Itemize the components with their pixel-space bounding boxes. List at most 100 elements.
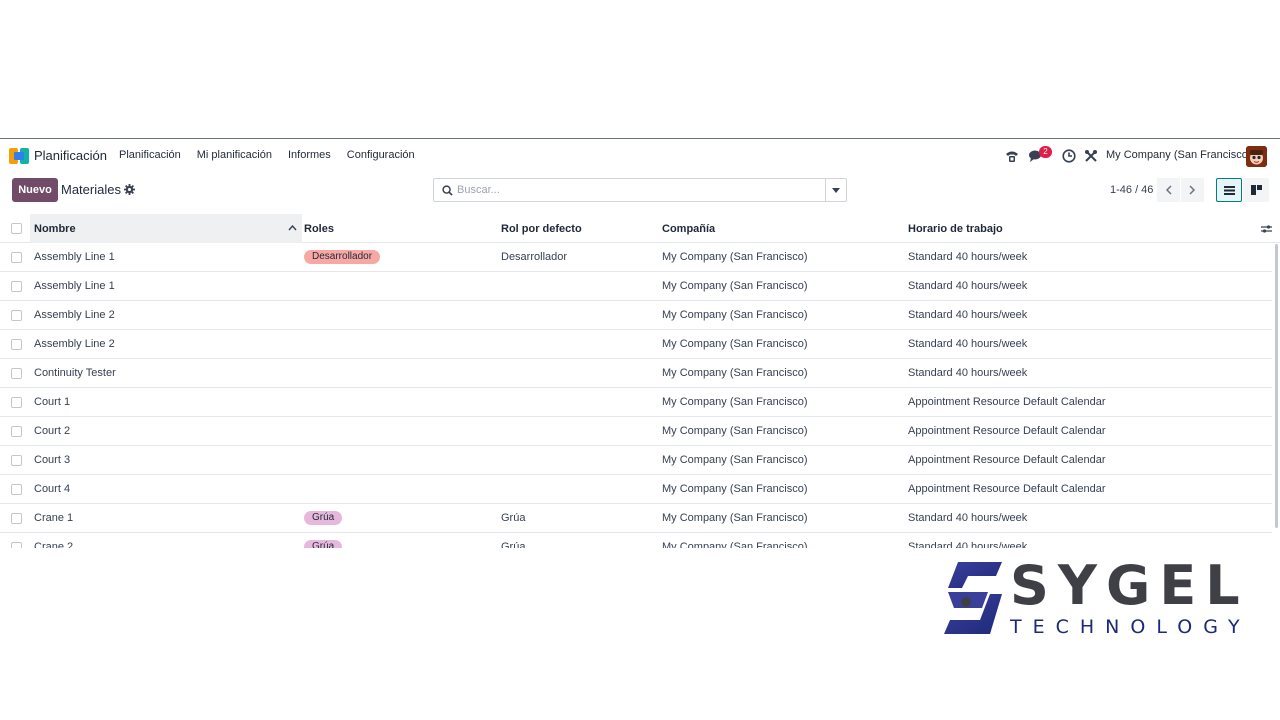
cell-name: Court 3	[34, 454, 71, 466]
messages-badge: 2	[1039, 146, 1052, 158]
cell-name: Crane 1	[34, 512, 74, 524]
cell-schedule: Standard 40 hours/week	[908, 309, 1028, 321]
table-row[interactable]: Assembly Line 1 Desarrollador Desarrollado…	[0, 243, 1272, 272]
cell-schedule: Standard 40 hours/week	[908, 541, 1028, 548]
company-switcher[interactable]: My Company (San Francisco)	[1106, 149, 1252, 161]
list-view-button[interactable]	[1216, 178, 1242, 202]
menu-planificacion[interactable]: Planificación	[119, 149, 181, 161]
row-checkbox[interactable]	[11, 339, 22, 350]
row-checkbox[interactable]	[11, 484, 22, 495]
clock-icon[interactable]	[1062, 149, 1076, 163]
cell-schedule: Appointment Resource Default Calendar	[908, 425, 1106, 437]
cell-company: My Company (San Francisco)	[662, 454, 808, 466]
table-row[interactable]: Court 3 My Company (San Francisco) Appoint…	[0, 446, 1272, 475]
menu-configuracion[interactable]: Configuración	[347, 149, 415, 161]
cell-company: My Company (San Francisco)	[662, 512, 808, 524]
app-title[interactable]: Planificación	[34, 148, 107, 163]
cell-schedule: Standard 40 hours/week	[908, 338, 1028, 350]
sort-ascending-icon[interactable]	[288, 225, 297, 231]
planning-app: Planificación Planificación Mi planifica…	[0, 138, 1280, 548]
caret-down-icon	[832, 187, 840, 193]
cell-schedule: Standard 40 hours/week	[908, 512, 1028, 524]
cell-company: My Company (San Francisco)	[662, 338, 808, 350]
table-row[interactable]: Assembly Line 2 My Company (San Francisco…	[0, 330, 1272, 359]
table-row[interactable]: Crane 2 Grúa Grúa My Company (San Francisco…	[0, 533, 1272, 548]
menu-informes[interactable]: Informes	[288, 149, 331, 161]
phone-icon[interactable]	[1005, 149, 1019, 163]
column-header-default-role[interactable]: Rol por defecto	[501, 223, 582, 235]
role-tag: Grúa	[304, 540, 343, 548]
sygel-wordmark: SYGEL	[1010, 554, 1249, 617]
row-checkbox[interactable]	[11, 542, 22, 548]
cell-company: My Company (San Francisco)	[662, 251, 808, 263]
cell-default-role: Grúa	[501, 512, 526, 524]
role-tag: Desarrollador	[304, 250, 381, 264]
cell-name: Assembly Line 1	[34, 251, 115, 263]
pager-value[interactable]: 1-46 / 46	[1110, 184, 1153, 196]
table-row[interactable]: Court 2 My Company (San Francisco) Appoint…	[0, 417, 1272, 446]
cell-schedule: Appointment Resource Default Calendar	[908, 454, 1106, 466]
cell-name: Crane 2	[34, 541, 74, 548]
sygel-s-mark-icon	[944, 562, 1002, 634]
cell-schedule: Standard 40 hours/week	[908, 251, 1028, 263]
optional-columns-icon[interactable]	[1261, 224, 1272, 234]
cell-name: Assembly Line 2	[34, 338, 115, 350]
table-scrollbar[interactable]	[1275, 244, 1278, 528]
pager-next-button[interactable]	[1181, 178, 1204, 202]
cell-name: Continuity Tester	[34, 367, 116, 379]
cell-schedule: Standard 40 hours/week	[908, 367, 1028, 379]
list-icon	[1223, 185, 1235, 195]
table-row[interactable]: Crane 1 Grúa Grúa My Company (San Francisco…	[0, 504, 1272, 533]
cell-name: Assembly Line 1	[34, 280, 115, 292]
cell-schedule: Appointment Resource Default Calendar	[908, 396, 1106, 408]
search-bar	[433, 178, 847, 202]
menu-mi-planificacion[interactable]: Mi planificación	[197, 149, 272, 161]
cell-schedule: Standard 40 hours/week	[908, 280, 1028, 292]
table-row[interactable]: Assembly Line 1 My Company (San Francisco…	[0, 272, 1272, 301]
cell-default-role: Desarrollador	[501, 251, 568, 263]
row-checkbox[interactable]	[11, 281, 22, 292]
search-icon	[442, 185, 453, 196]
avatar-face-icon	[1246, 146, 1267, 167]
table-header: Nombre Roles Rol por defecto Compañía Ho…	[0, 214, 1280, 243]
column-header-company[interactable]: Compañía	[662, 223, 715, 235]
search-options-toggle[interactable]	[825, 179, 846, 201]
row-checkbox[interactable]	[11, 513, 22, 524]
cell-name: Court 1	[34, 396, 71, 408]
table-row[interactable]: Court 4 My Company (San Francisco) Appoint…	[0, 475, 1272, 504]
planning-app-icon[interactable]	[9, 148, 29, 164]
row-checkbox[interactable]	[11, 455, 22, 466]
row-checkbox[interactable]	[11, 397, 22, 408]
cell-name: Court 4	[34, 483, 71, 495]
row-checkbox[interactable]	[11, 310, 22, 321]
column-header-roles[interactable]: Roles	[304, 223, 334, 235]
column-header-schedule[interactable]: Horario de trabajo	[908, 223, 1003, 235]
tools-icon[interactable]	[1084, 149, 1098, 163]
search-input[interactable]	[434, 179, 825, 201]
table-row[interactable]: Court 1 My Company (San Francisco) Appoint…	[0, 388, 1272, 417]
role-tag: Grúa	[304, 511, 343, 525]
chevron-left-icon	[1165, 185, 1172, 195]
cell-company: My Company (San Francisco)	[662, 396, 808, 408]
column-header-name[interactable]: Nombre	[34, 223, 76, 235]
cell-company: My Company (San Francisco)	[662, 280, 808, 292]
cell-schedule: Appointment Resource Default Calendar	[908, 483, 1106, 495]
cell-name: Assembly Line 2	[34, 309, 115, 321]
select-all-checkbox[interactable]	[11, 223, 22, 234]
row-checkbox[interactable]	[11, 252, 22, 263]
cell-company: My Company (San Francisco)	[662, 425, 808, 437]
chevron-right-icon	[1189, 185, 1196, 195]
table-row[interactable]: Continuity Tester My Company (San Francis…	[0, 359, 1272, 388]
row-checkbox[interactable]	[11, 368, 22, 379]
sygel-logo: SYGEL TECHNOLOGY	[940, 554, 1240, 640]
row-checkbox[interactable]	[11, 426, 22, 437]
table-row[interactable]: Assembly Line 2 My Company (San Francisco…	[0, 301, 1272, 330]
user-avatar[interactable]	[1246, 146, 1267, 167]
new-button[interactable]: Nuevo	[12, 178, 58, 202]
gear-icon[interactable]	[124, 184, 135, 195]
page-title: Materiales	[61, 182, 121, 197]
pager-previous-button[interactable]	[1157, 178, 1180, 202]
kanban-view-button[interactable]	[1243, 178, 1269, 202]
cell-company: My Company (San Francisco)	[662, 309, 808, 321]
top-navbar: Planificación Planificación Mi planifica…	[0, 139, 1280, 173]
